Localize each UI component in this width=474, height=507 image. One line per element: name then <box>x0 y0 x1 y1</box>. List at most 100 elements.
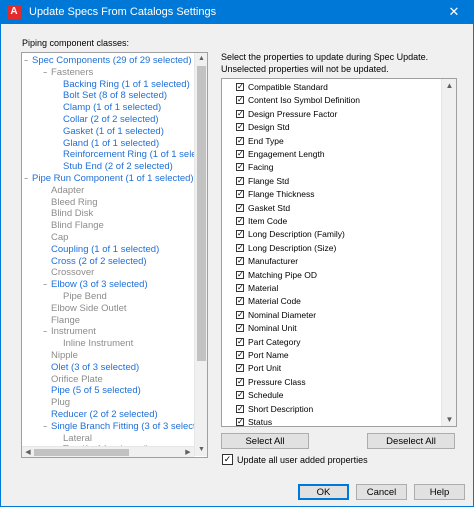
tree-collapse-icon[interactable]: − <box>43 280 51 291</box>
cancel-button[interactable]: Cancel <box>356 484 407 500</box>
tree-node[interactable]: − Elbow (3 of 3 selected) <box>43 279 148 291</box>
property-checkbox[interactable]: ✓ <box>236 418 244 426</box>
tree-node[interactable]: Plug <box>51 397 70 408</box>
tree-node[interactable]: − Instrument <box>43 326 96 338</box>
property-checkbox[interactable]: ✓ <box>236 83 244 91</box>
property-checkbox[interactable]: ✓ <box>236 351 244 359</box>
property-label: Facing <box>248 162 274 173</box>
tree-node[interactable]: − Spec Components (29 of 29 selected) <box>24 55 191 67</box>
tree-node[interactable]: − Single Branch Fitting (3 of 3 selected) <box>43 421 207 433</box>
tree-node[interactable]: Stub End (2 of 2 selected) <box>63 161 173 172</box>
scroll-left-arrow-icon[interactable]: ◀ <box>22 447 34 458</box>
property-checkbox[interactable]: ✓ <box>236 270 244 279</box>
property-checkbox[interactable]: ✓ <box>236 176 244 185</box>
tree-collapse-icon[interactable]: − <box>24 174 32 185</box>
tree-node[interactable]: Clamp (1 of 1 selected) <box>63 102 161 113</box>
property-checkbox[interactable]: ✓ <box>236 297 244 306</box>
tree-node[interactable]: Adapter <box>51 185 84 196</box>
property-checkbox[interactable]: ✓ <box>236 150 244 158</box>
property-checkbox[interactable]: ✓ <box>236 230 244 239</box>
property-label: Short Description <box>248 403 314 414</box>
tree-node-label: Bleed Ring <box>51 196 98 208</box>
tree-node-label: Elbow (3 of 3 selected) <box>51 279 148 291</box>
property-label: Content Iso Symbol Definition <box>248 95 360 106</box>
tree-scroll-thumb[interactable] <box>197 66 206 361</box>
tree-node[interactable]: Flange <box>51 315 80 326</box>
tree-node[interactable]: Pipe Bend <box>63 291 107 302</box>
tree-node[interactable]: Coupling (1 of 1 selected) <box>51 244 159 255</box>
property-label: Material Code <box>248 296 301 307</box>
tree-node[interactable]: Blind Disk <box>51 208 93 219</box>
property-checkbox[interactable]: ✓ <box>236 217 244 225</box>
help-button[interactable]: Help <box>414 484 465 500</box>
scroll-down-arrow-icon[interactable]: ▼ <box>442 413 457 426</box>
property-checkbox[interactable]: ✓ <box>236 109 244 118</box>
tree-node[interactable]: Elbow Side Outlet <box>51 303 127 314</box>
scroll-down-arrow-icon[interactable]: ▼ <box>195 444 208 456</box>
tree-node[interactable]: Blind Flange <box>51 220 104 231</box>
property-checkbox[interactable]: ✓ <box>236 136 244 145</box>
property-checkbox[interactable]: ✓ <box>236 324 244 333</box>
component-class-tree[interactable]: − Spec Components (29 of 29 selected) − Fas… <box>21 52 208 458</box>
tree-collapse-icon[interactable]: − <box>43 422 51 433</box>
tree-node[interactable]: Backing Ring (1 of 1 selected) <box>63 79 190 90</box>
tree-node[interactable]: Pipe (5 of 5 selected) <box>51 385 141 396</box>
tree-horizontal-scrollbar[interactable]: ◀ ▶ <box>22 446 194 457</box>
tree-collapse-icon[interactable]: − <box>43 68 51 79</box>
deselect-all-button[interactable]: Deselect All <box>367 433 455 449</box>
tree-node[interactable]: Cap <box>51 232 68 243</box>
tree-node[interactable]: Reducer (2 of 2 selected) <box>51 409 158 420</box>
tree-node[interactable]: Olet (3 of 3 selected) <box>51 362 139 373</box>
tree-node[interactable]: Bolt Set (8 of 8 selected) <box>63 90 167 101</box>
tree-node[interactable]: Bleed Ring <box>51 197 97 208</box>
tree-node[interactable]: − Pipe Run Component (1 of 1 selected) <box>24 173 194 185</box>
tree-hscroll-thumb[interactable] <box>34 449 129 456</box>
tree-node[interactable]: Collar (2 of 2 selected) <box>63 114 159 125</box>
tree-node-label: Fasteners <box>51 66 94 78</box>
tree-node[interactable]: − Fasteners <box>43 67 93 79</box>
property-checkbox[interactable]: ✓ <box>236 243 244 252</box>
property-checkbox[interactable]: ✓ <box>236 284 244 292</box>
select-all-button[interactable]: Select All <box>221 433 309 449</box>
tree-vertical-scrollbar[interactable]: ▲ ▼ <box>194 53 207 456</box>
property-checkbox[interactable]: ✓ <box>236 404 244 413</box>
tree-node[interactable]: Gland (1 of 1 selected) <box>63 138 159 149</box>
property-checkbox[interactable]: ✓ <box>236 364 244 373</box>
tree-node-label: Gland (1 of 1 selected) <box>63 137 160 149</box>
property-checkbox[interactable]: ✓ <box>236 257 244 266</box>
scroll-right-arrow-icon[interactable]: ▶ <box>182 447 194 458</box>
window-title: Update Specs From Catalogs Settings <box>29 6 217 18</box>
tree-collapse-icon[interactable]: − <box>43 327 51 338</box>
close-icon[interactable]: ✕ <box>434 0 474 24</box>
ok-button[interactable]: OK <box>298 484 349 500</box>
property-label: Design Std <box>248 122 290 133</box>
property-checkbox[interactable]: ✓ <box>236 310 244 319</box>
tree-node[interactable]: Inline Instrument <box>63 338 133 349</box>
tree-node[interactable]: Lateral <box>63 433 92 444</box>
property-checkbox[interactable]: ✓ <box>236 203 244 212</box>
property-label: Engagement Length <box>248 149 325 159</box>
properties-vertical-scrollbar[interactable]: ▲ ▼ <box>441 79 456 426</box>
property-checkbox[interactable]: ✓ <box>236 337 244 346</box>
tree-collapse-icon[interactable]: − <box>24 56 32 67</box>
tree-node[interactable]: Nipple <box>51 350 78 361</box>
property-label: Manufacturer <box>248 256 299 267</box>
tree-node[interactable]: Gasket (1 of 1 selected) <box>63 126 164 137</box>
property-checkbox[interactable]: ✓ <box>236 377 244 386</box>
property-checklist[interactable]: ✓ Compatible Standard ✓ Content Iso Symbol … <box>221 78 457 427</box>
tree-node-label: Backing Ring (1 of 1 selected) <box>63 78 190 90</box>
tree-node-label: Plug <box>51 397 71 409</box>
tree-node[interactable]: Cross (2 of 2 selected) <box>51 256 147 267</box>
update-user-added-checkbox[interactable]: ✓ <box>222 454 233 465</box>
property-checkbox[interactable]: ✓ <box>236 163 244 172</box>
tree-node[interactable]: Crossover <box>51 267 94 278</box>
scroll-up-arrow-icon[interactable]: ▲ <box>442 79 457 92</box>
scroll-up-arrow-icon[interactable]: ▲ <box>195 53 208 65</box>
property-checkbox[interactable]: ✓ <box>236 391 244 400</box>
tree-node-label: Inline Instrument <box>63 338 134 350</box>
tree-node[interactable]: Orifice Plate <box>51 374 103 385</box>
property-checkbox[interactable]: ✓ <box>236 190 244 199</box>
property-checkbox[interactable]: ✓ <box>236 123 244 132</box>
property-checkbox[interactable]: ✓ <box>236 96 244 105</box>
tree-node[interactable]: Reinforcement Ring (1 of 1 selected) <box>63 149 207 160</box>
